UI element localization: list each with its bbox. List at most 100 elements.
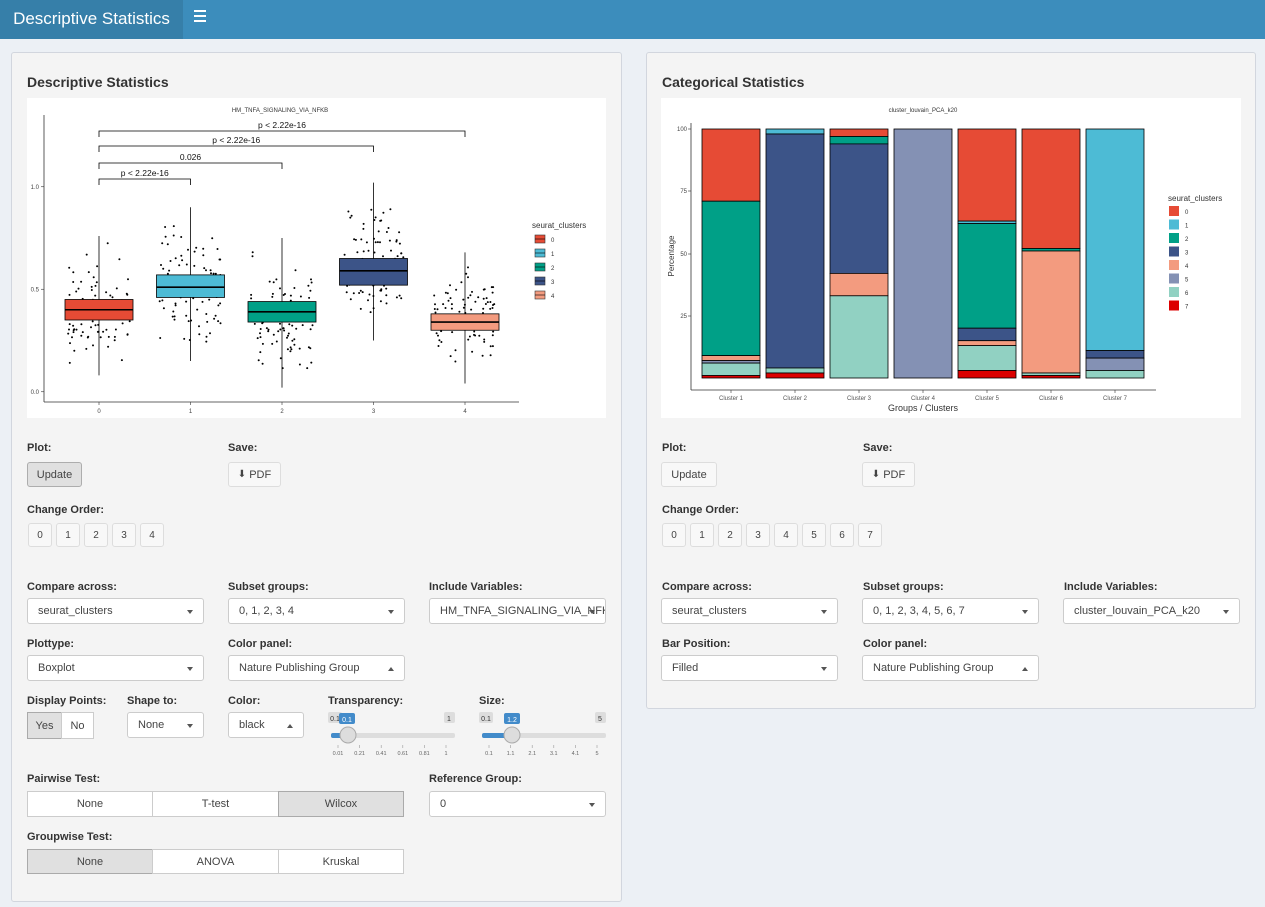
data-point [308,296,311,299]
include-select[interactable]: HM_TNFA_SIGNALING_VIA_NFKB [429,598,606,624]
bar-segment-6 [829,295,889,379]
legend-label: 7 [1185,305,1189,311]
data-point [374,216,377,219]
legend-label: 5 [1185,278,1189,284]
menu-toggle-icon[interactable] [194,10,206,25]
order-button-2[interactable]: 2 [84,523,108,547]
data-point [99,336,102,339]
comparison-bracket [98,145,374,152]
data-point [72,329,75,332]
pdf-download-button-right[interactable]: ⬇ PDF [862,462,915,487]
plottype-select[interactable]: Boxplot [27,655,204,681]
x-tick-label: 3 [372,409,376,415]
data-point [183,337,186,340]
data-point [359,289,362,292]
display-yes-button[interactable]: Yes [27,712,62,739]
order-button-2[interactable]: 2 [718,523,742,547]
order-button-7[interactable]: 7 [858,523,882,547]
chevron-down-icon [1022,610,1028,614]
data-point [365,241,368,244]
pairwise-none-button[interactable]: None [27,791,153,817]
plot-label: Plot: [27,442,52,454]
display-no-button[interactable]: No [61,712,94,739]
data-point [483,340,486,343]
y-tick-label: 100 [677,127,688,133]
groupwise-anova-button[interactable]: ANOVA [152,849,279,874]
subset-select-right[interactable]: 0, 1, 2, 3, 4, 5, 6, 7 [862,598,1039,624]
boxplot-chart: HM_TNFA_SIGNALING_VIA_NFKB 0.0 0.5 1.0 0 1 2 3… [31,108,587,415]
size-label: Size: [479,695,505,707]
data-point [434,311,437,314]
y-tick-label: 50 [680,252,687,258]
pairwise-ttest-button[interactable]: T-test [152,791,279,817]
data-point [299,295,302,298]
reference-group-select[interactable]: 0 [429,791,606,817]
legend-label: 2 [551,266,555,272]
data-point [161,242,164,245]
size-slider[interactable]: 0.1 5 1.2 0.1 1.1 2.1 3.1 4.1 5 [479,712,606,760]
subset-select[interactable]: 0, 1, 2, 3, 4 [228,598,405,624]
color-panel-select-right[interactable]: Nature Publishing Group [862,655,1039,681]
order-button-3[interactable]: 3 [746,523,770,547]
legend-swatch [1169,219,1179,230]
shape-select[interactable]: None [127,712,204,738]
order-button-3[interactable]: 3 [112,523,136,547]
compare-select[interactable]: seurat_clusters [27,598,204,624]
chevron-down-icon [589,803,595,807]
data-point [450,307,453,310]
bar-segment-3 [765,133,825,369]
include-select-right[interactable]: cluster_louvain_PCA_k20 [1063,598,1240,624]
data-point [113,339,116,342]
data-point [279,328,282,331]
pairwise-wilcox-button[interactable]: Wilcox [278,791,404,817]
transparency-slider[interactable]: 0.1 1 0.1 0.01 0.21 0.41 0.61 0.81 1 [328,712,455,760]
bar-segment-4 [1021,250,1081,374]
color-panel-select[interactable]: Nature Publishing Group [228,655,405,681]
color-select[interactable]: black [228,712,304,738]
transparency-slider-graphic: 0.1 1 0.1 0.01 0.21 0.41 0.61 0.81 1 [328,712,455,757]
order-button-0[interactable]: 0 [28,523,52,547]
compare-select-right[interactable]: seurat_clusters [661,598,838,624]
data-point [265,327,268,330]
x-tick-label: 1 [189,409,193,415]
groupwise-none-button[interactable]: None [27,849,153,874]
data-point [90,289,93,291]
data-point [473,333,475,336]
data-point [208,298,211,301]
update-button-right[interactable]: Update [661,462,717,487]
bar-position-select[interactable]: Filled [661,655,838,681]
barplot-legend: seurat_clusters 0 1 2 3 4 5 6 7 [1168,194,1222,311]
data-point [173,315,176,318]
data-point [361,291,364,294]
data-point [94,294,97,297]
pairwise-test-toggle: None T-test Wilcox [27,791,404,817]
order-button-1[interactable]: 1 [690,523,714,547]
shape-label: Shape to: [127,695,178,707]
stacked-bar-chart: cluster_louvain_PCA_k20 Percentage Group… [667,108,1222,413]
data-point [203,267,206,270]
data-point [434,303,436,306]
data-point [491,291,494,294]
data-point [353,238,356,241]
data-point [460,281,463,284]
pdf-download-button[interactable]: ⬇ PDF [228,462,281,487]
bar-segment-4 [701,355,761,362]
data-point [367,299,369,302]
order-button-6[interactable]: 6 [830,523,854,547]
groupwise-kruskal-button[interactable]: Kruskal [278,849,404,874]
data-point [491,307,494,309]
order-button-4[interactable]: 4 [140,523,164,547]
data-point [436,308,439,311]
order-button-4[interactable]: 4 [774,523,798,547]
order-button-5[interactable]: 5 [802,523,826,547]
slider-tick-label: 0.61 [397,751,408,757]
order-button-1[interactable]: 1 [56,523,80,547]
data-point [282,327,285,330]
update-button[interactable]: Update [27,462,82,487]
data-point [90,326,92,329]
data-point [360,238,363,241]
data-point [388,239,391,242]
data-point [400,252,403,255]
order-button-0[interactable]: 0 [662,523,686,547]
x-tick-label: 0 [97,409,101,415]
